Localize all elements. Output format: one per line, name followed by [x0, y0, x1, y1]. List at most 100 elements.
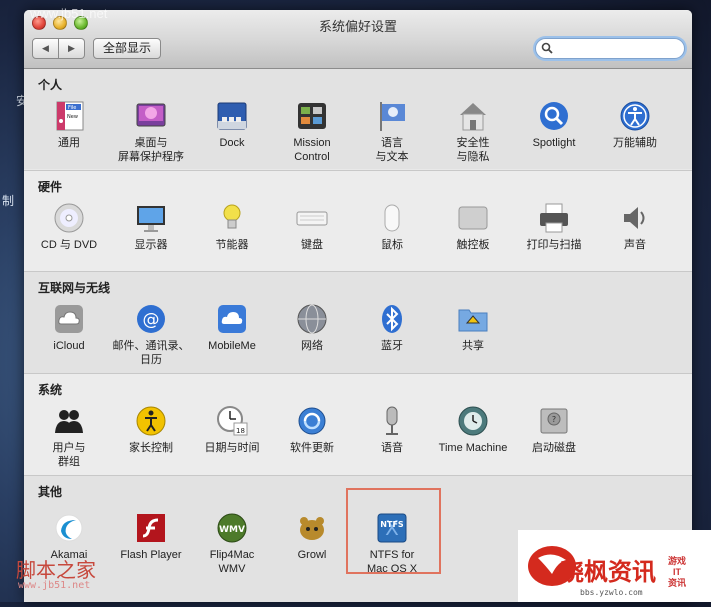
pane-label: 节能器 — [215, 239, 249, 251]
pane-print-scan[interactable]: 打印与扫描 — [514, 201, 594, 252]
at-sign-icon: @ — [137, 305, 165, 333]
show-all-button[interactable]: 全部显示 — [93, 38, 162, 59]
spotlight-icon — [540, 102, 568, 130]
pane-desktop[interactable]: 桌面与 屏幕保护程序 — [111, 99, 191, 164]
search-input[interactable] — [535, 38, 685, 59]
pane-label: Growl — [297, 549, 327, 561]
pane-label: 共享 — [462, 340, 484, 352]
cd-icon — [54, 203, 84, 233]
pane-mouse[interactable]: 鼠标 — [352, 201, 432, 252]
pane-sound[interactable]: 声音 — [595, 201, 675, 252]
pane-language[interactable]: 语言 与文本 — [352, 99, 432, 164]
pane-label: 启动磁盘 — [532, 442, 576, 454]
clock-calendar-icon: 18 — [217, 406, 248, 436]
growl-icon — [300, 517, 324, 540]
pane-displays[interactable]: 显示器 — [111, 201, 191, 252]
pane-label: 显示器 — [134, 239, 168, 251]
nav-buttons: ◀ ▶ — [32, 38, 85, 59]
system-preferences-window: 系统偏好设置 ◀ ▶ 全部显示 个人 File New 通用 桌面与 屏幕保护程… — [24, 10, 692, 602]
hard-disk-icon: ? — [540, 408, 568, 434]
svg-text:@: @ — [143, 310, 160, 330]
wmv-text: WMV — [219, 525, 245, 535]
pane-time-machine[interactable]: Time Machine — [433, 404, 513, 455]
search-icon — [541, 42, 553, 54]
pane-label: 通用 — [58, 137, 80, 149]
pane-keyboard[interactable]: 键盘 — [272, 201, 352, 252]
lightbulb-icon — [223, 204, 241, 229]
pane-spotlight[interactable]: Spotlight — [514, 99, 594, 150]
section-hardware: 硬件 CD 与 DVD 显示器 节能器 键盘 鼠标 触控板 打印与扫描 声音 — [24, 170, 692, 271]
watermark-top-left: www.jb51.net — [30, 6, 108, 21]
pane-date-time[interactable]: 18 日期与时间 — [192, 404, 272, 455]
watermark-bottom-right: 晓枫资讯 游戏 IT 资讯 bbs.yzwlo.com — [518, 530, 711, 602]
desktop-label: 制 — [2, 194, 15, 208]
desktop-screensaver-icon — [136, 103, 166, 127]
pane-flash-player[interactable]: Flash Player — [111, 511, 191, 562]
bluetooth-icon — [382, 305, 402, 333]
pane-bluetooth[interactable]: 蓝牙 — [352, 302, 432, 353]
users-icon — [55, 410, 83, 433]
flash-player-icon — [137, 514, 165, 542]
display-icon — [137, 206, 165, 232]
section-system: 系统 用户与 群组 家长控制 18 日期与时间 软件更新 语音 Time Mac… — [24, 373, 692, 475]
dock-icon — [217, 102, 247, 130]
accessibility-icon — [620, 101, 650, 131]
section-title: 互联网与无线 — [38, 281, 111, 295]
pane-label: 蓝牙 — [381, 340, 403, 352]
pane-network[interactable]: 网络 — [272, 302, 352, 353]
pane-mission-control[interactable]: Mission Control — [272, 99, 352, 164]
pane-sharing[interactable]: 共享 — [433, 302, 513, 353]
pane-software-update[interactable]: 软件更新 — [272, 404, 352, 455]
section-title: 其他 — [38, 485, 63, 499]
section-title: 系统 — [38, 383, 63, 397]
mouse-icon — [384, 204, 400, 232]
pane-flip4mac[interactable]: WMV Flip4Mac WMV — [192, 511, 272, 576]
pane-label: CD 与 DVD — [40, 239, 98, 251]
pane-label: 日期与时间 — [204, 442, 260, 454]
forward-button[interactable]: ▶ — [59, 38, 85, 59]
pane-dock[interactable]: Dock — [192, 99, 272, 150]
pane-energy-saver[interactable]: 节能器 — [192, 201, 272, 252]
section-title: 个人 — [38, 78, 63, 92]
pane-speech[interactable]: 语音 — [352, 404, 432, 455]
pane-label: 语言 与文本 — [375, 137, 409, 163]
pane-mobileme[interactable]: MobileMe — [192, 302, 272, 353]
pane-users-groups[interactable]: 用户与 群组 — [29, 404, 109, 469]
brand-tag: IT — [673, 567, 681, 577]
pane-label: 触控板 — [456, 239, 490, 251]
sharing-folder-icon — [458, 309, 488, 332]
brand-tag: 游戏 — [667, 556, 686, 566]
section-internet: 互联网与无线 iCloud @ 邮件、通讯录、 日历 MobileMe 网络 蓝… — [24, 271, 692, 373]
pane-label: 打印与扫描 — [526, 239, 582, 251]
pane-security[interactable]: 安全性 与隐私 — [433, 99, 513, 164]
general-file-text: File — [68, 105, 76, 111]
pane-growl[interactable]: Growl — [272, 511, 352, 562]
pane-startup-disk[interactable]: ? 启动磁盘 — [514, 404, 594, 455]
pane-label: 家长控制 — [129, 442, 173, 454]
back-button[interactable]: ◀ — [32, 38, 59, 59]
highlight-box — [346, 488, 441, 574]
pane-cd-dvd[interactable]: CD 与 DVD — [29, 201, 109, 252]
globe-icon — [297, 304, 327, 334]
brand-url: bbs.yzwlo.com — [580, 588, 643, 597]
pane-label: 鼠标 — [381, 239, 403, 251]
pane-trackpad[interactable]: 触控板 — [433, 201, 513, 252]
pane-parental-controls[interactable]: 家长控制 — [111, 404, 191, 455]
trackpad-icon — [458, 206, 488, 230]
time-machine-icon — [458, 406, 488, 436]
house-security-icon — [460, 103, 486, 131]
brand-text: 晓枫资讯 — [560, 559, 656, 586]
pane-label: 万能辅助 — [613, 137, 657, 149]
flip4mac-icon: WMV — [217, 513, 247, 543]
pane-general[interactable]: File New 通用 — [29, 99, 109, 150]
microphone-icon — [386, 406, 398, 435]
software-update-icon — [298, 407, 326, 435]
pane-accessibility[interactable]: 万能辅助 — [595, 99, 675, 150]
pane-mail-contacts[interactable]: @ 邮件、通讯录、 日历 — [111, 302, 191, 367]
pane-label: Spotlight — [532, 137, 576, 149]
pane-label: iCloud — [53, 340, 85, 352]
pane-icloud[interactable]: iCloud — [29, 302, 109, 353]
section-title: 硬件 — [38, 180, 63, 194]
back-arrow-icon: ◀ — [42, 43, 49, 53]
pane-label: Dock — [219, 137, 245, 149]
